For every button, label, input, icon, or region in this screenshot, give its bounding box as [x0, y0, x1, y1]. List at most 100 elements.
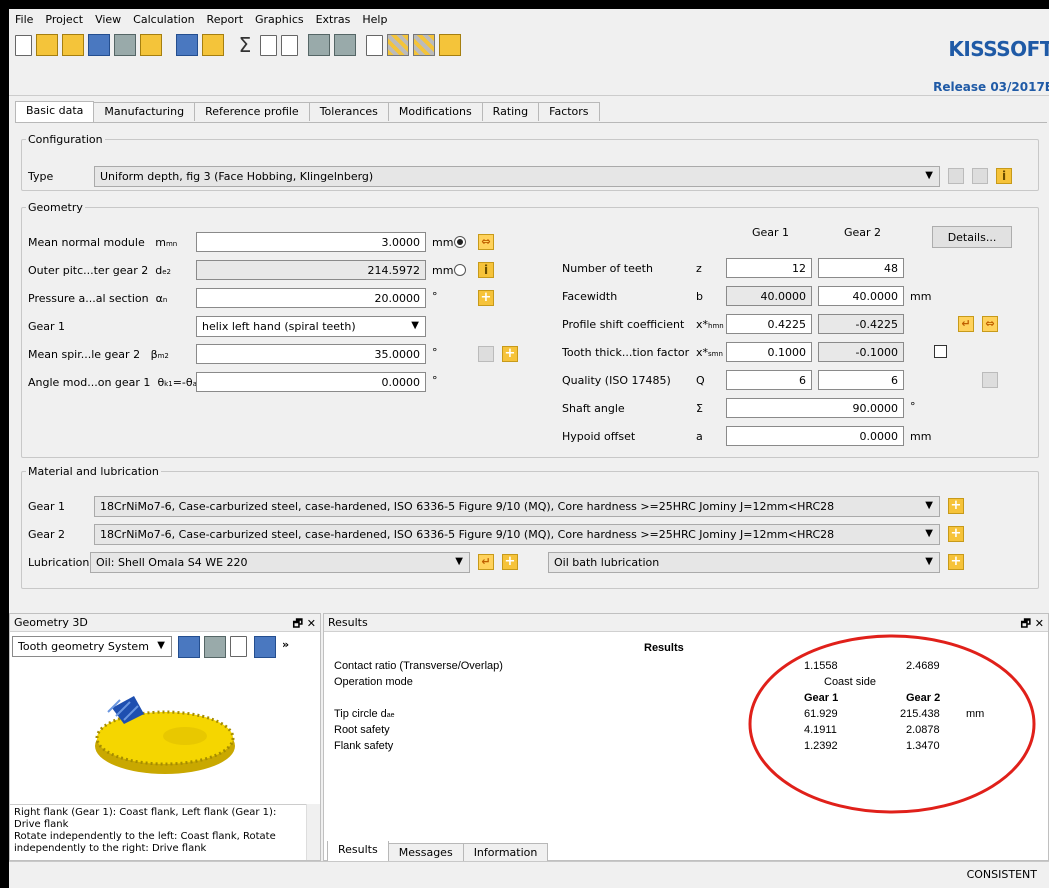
- tab-tolerances[interactable]: Tolerances: [308, 102, 389, 121]
- quality-gear1-field[interactable]: 6: [726, 370, 812, 390]
- menu-calculation[interactable]: Calculation: [133, 13, 194, 26]
- chevron-down-icon: ▼: [925, 556, 933, 567]
- bevel-gear-3d-view[interactable]: [90, 684, 240, 784]
- new-icon[interactable]: [15, 34, 32, 56]
- tab-modifications[interactable]: Modifications: [387, 102, 483, 121]
- undo-icon[interactable]: [140, 34, 162, 56]
- tooth-thickness-checkbox[interactable]: [934, 345, 947, 358]
- pressure-angle-sub: n: [162, 296, 168, 304]
- report-view-icon[interactable]: [281, 34, 298, 56]
- pressure-angle-field[interactable]: 20.0000: [196, 288, 426, 308]
- menu-view[interactable]: View: [95, 13, 121, 26]
- mean-spiral-sub: m2: [157, 352, 169, 360]
- back-arrow-icon[interactable]: ↵: [478, 554, 494, 570]
- tab-results[interactable]: Results: [327, 841, 389, 863]
- type-select[interactable]: Uniform depth, fig 3 (Face Hobbing, Klin…: [94, 166, 940, 187]
- print-icon[interactable]: [204, 636, 226, 658]
- facewidth-gear1-field[interactable]: 40.0000: [726, 286, 812, 306]
- import-icon[interactable]: [254, 636, 276, 658]
- list-icon[interactable]: [366, 34, 383, 56]
- mean-spiral-label: Mean spir...le gear 2 βm2: [28, 348, 169, 361]
- open-icon[interactable]: [36, 34, 58, 56]
- convert-arrows-icon[interactable]: ⇔: [478, 234, 494, 250]
- pressure-angle-symbol: α: [155, 292, 163, 305]
- angle-mod-field[interactable]: 0.0000: [196, 372, 426, 392]
- tab-information[interactable]: Information: [462, 843, 549, 863]
- profile-shift-gear2-field[interactable]: -0.4225: [818, 314, 904, 334]
- shaft-angle-field[interactable]: 90.0000: [726, 398, 904, 418]
- profile-shift-gear1-field[interactable]: 0.4225: [726, 314, 812, 334]
- menu-report[interactable]: Report: [207, 13, 243, 26]
- quality-gear2-field[interactable]: 6: [818, 370, 904, 390]
- copy-icon: [972, 168, 988, 184]
- details-button[interactable]: Details...: [932, 226, 1012, 248]
- tooth-thickness-gear2-field[interactable]: -0.1000: [818, 342, 904, 362]
- outer-pitch-field[interactable]: 214.5972: [196, 260, 426, 280]
- plus-icon[interactable]: +: [948, 498, 964, 514]
- menu-file[interactable]: File: [15, 13, 33, 26]
- plus-icon[interactable]: +: [478, 290, 494, 306]
- gear1-hand-select[interactable]: helix left hand (spiral teeth) ▼: [196, 316, 426, 337]
- results-tabs: Results Messages Information: [327, 841, 549, 863]
- info-icon[interactable]: i: [996, 168, 1012, 184]
- close-icon[interactable]: ✕: [307, 617, 316, 630]
- open-example-icon[interactable]: [62, 34, 84, 56]
- convert-arrows-icon[interactable]: ⇔: [982, 316, 998, 332]
- dock-controls[interactable]: 🗗 ✕: [293, 615, 316, 634]
- float-icon[interactable]: 🗗: [293, 617, 303, 630]
- back-icon[interactable]: [439, 34, 461, 56]
- export-icon[interactable]: [202, 34, 224, 56]
- back-arrow-icon[interactable]: ↵: [958, 316, 974, 332]
- plus-icon[interactable]: +: [502, 346, 518, 362]
- lubrication-type-select[interactable]: Oil bath lubrication ▼: [548, 552, 940, 573]
- material-gear1-select[interactable]: 18CrNiMo7-6, Case-carburized steel, case…: [94, 496, 940, 517]
- type-select-value: Uniform depth, fig 3 (Face Hobbing, Klin…: [100, 170, 374, 183]
- module-radio[interactable]: [454, 236, 466, 248]
- tab-rating[interactable]: Rating: [481, 102, 540, 121]
- module-data-icon[interactable]: [413, 34, 435, 56]
- mean-normal-module-field[interactable]: 3.0000: [196, 232, 426, 252]
- calculator-icon[interactable]: [334, 34, 356, 56]
- outer-pitch-sub: e2: [162, 268, 171, 276]
- plus-icon[interactable]: +: [948, 554, 964, 570]
- report-icon[interactable]: [260, 34, 277, 56]
- material-gear2-select[interactable]: 18CrNiMo7-6, Case-carburized steel, case…: [94, 524, 940, 545]
- quality-label: Quality (ISO 17485): [562, 374, 671, 387]
- lubrication-select[interactable]: Oil: Shell Omala S4 WE 220 ▼: [90, 552, 470, 573]
- table-icon[interactable]: [308, 34, 330, 56]
- sigma-icon[interactable]: Σ: [234, 34, 256, 56]
- more-icon[interactable]: »: [282, 638, 289, 651]
- menu-extras[interactable]: Extras: [316, 13, 351, 26]
- menu-graphics[interactable]: Graphics: [255, 13, 304, 26]
- import-icon[interactable]: [176, 34, 198, 56]
- info-icon[interactable]: i: [478, 262, 494, 278]
- save-icon[interactable]: [88, 34, 110, 56]
- plus-icon[interactable]: +: [502, 554, 518, 570]
- mean-spiral-field[interactable]: 35.0000: [196, 344, 426, 364]
- gear1-hand-label: Gear 1: [28, 320, 66, 333]
- tab-basic-data[interactable]: Basic data: [15, 101, 95, 122]
- tooth-thickness-sub: smn: [708, 350, 723, 358]
- export-icon[interactable]: [230, 636, 247, 657]
- module-icon[interactable]: [387, 34, 409, 56]
- teeth-gear2-field[interactable]: 48: [818, 258, 904, 278]
- tab-manufacturing[interactable]: Manufacturing: [93, 102, 196, 121]
- tab-reference-profile[interactable]: Reference profile: [194, 102, 310, 121]
- flank-safety-label: Flank safety: [334, 740, 394, 752]
- menu-project[interactable]: Project: [45, 13, 83, 26]
- scrollbar[interactable]: [306, 804, 320, 860]
- tab-factors[interactable]: Factors: [538, 102, 600, 121]
- teeth-gear1-field[interactable]: 12: [726, 258, 812, 278]
- save-icon[interactable]: [178, 636, 200, 658]
- outer-pitch-radio[interactable]: [454, 264, 466, 276]
- geometry-system-select[interactable]: Tooth geometry System ▼: [12, 636, 172, 657]
- facewidth-gear2-field[interactable]: 40.0000: [818, 286, 904, 306]
- tooth-thickness-gear1-field[interactable]: 0.1000: [726, 342, 812, 362]
- chevron-down-icon: ▼: [157, 640, 165, 651]
- menu-help[interactable]: Help: [362, 13, 387, 26]
- send-icon[interactable]: [114, 34, 136, 56]
- tab-messages[interactable]: Messages: [387, 843, 464, 863]
- hypoid-offset-field[interactable]: 0.0000: [726, 426, 904, 446]
- chevron-down-icon: ▼: [455, 556, 463, 567]
- plus-icon[interactable]: +: [948, 526, 964, 542]
